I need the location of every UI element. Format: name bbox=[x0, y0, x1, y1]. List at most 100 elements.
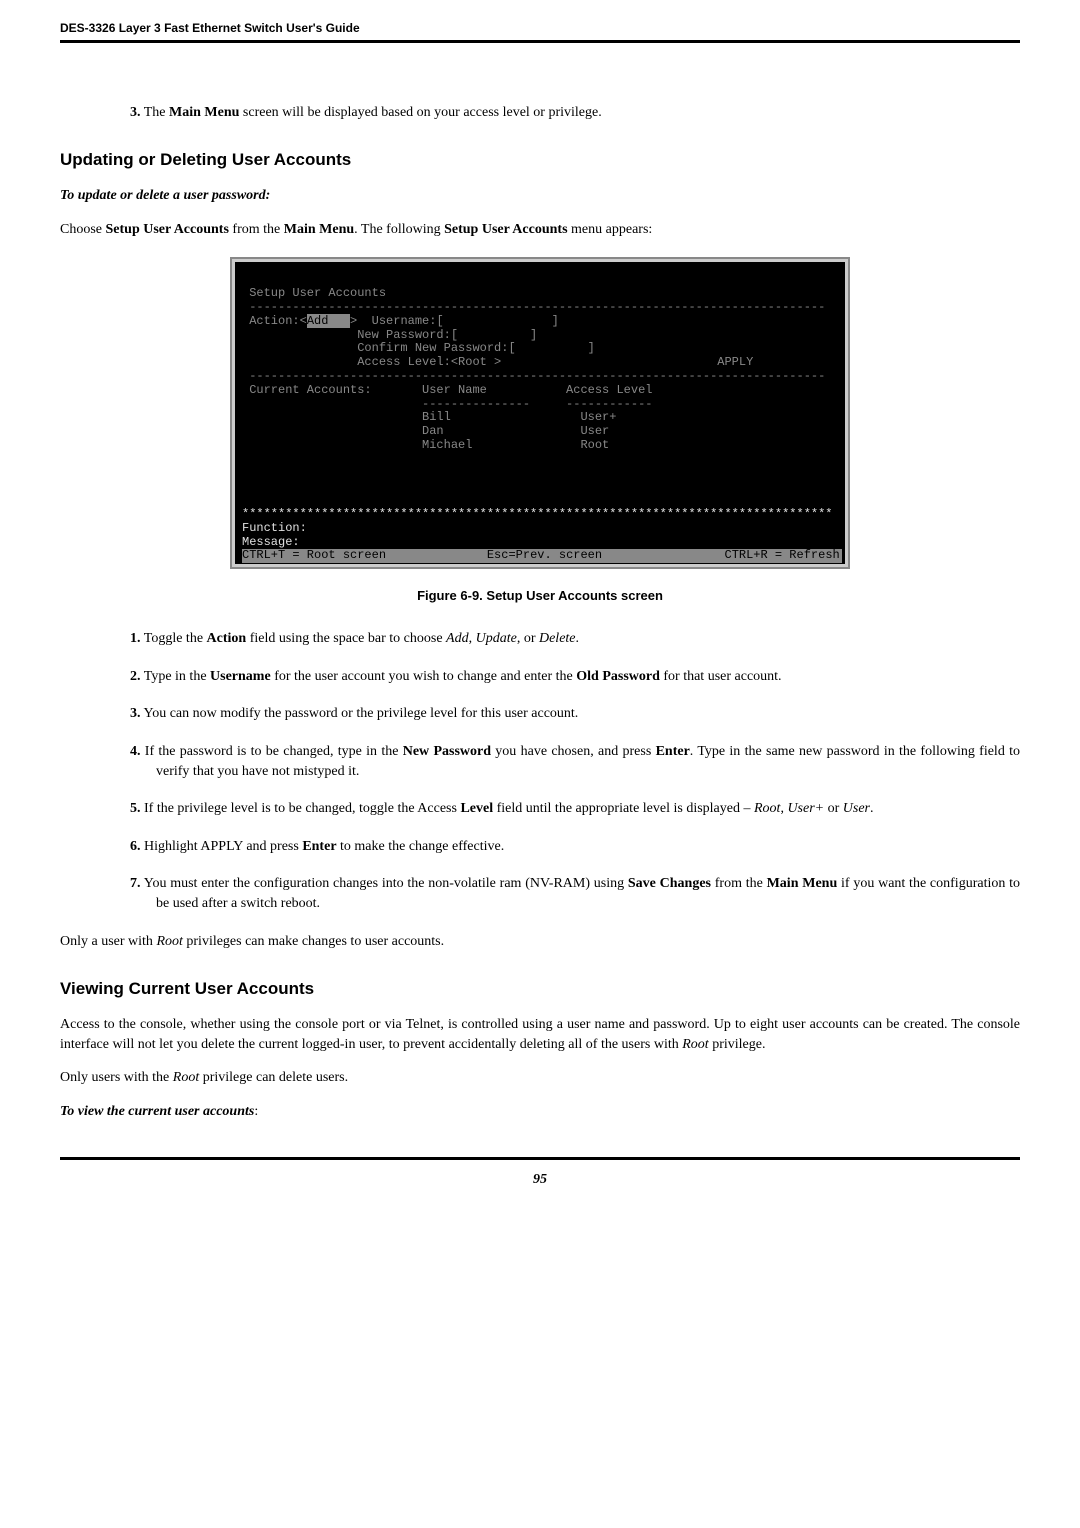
intro-d: . The following bbox=[354, 222, 444, 237]
vp2i: Root bbox=[173, 1070, 199, 1085]
step-3: 3. You can now modify the password or th… bbox=[130, 704, 1020, 724]
intro-a: Choose bbox=[60, 222, 106, 237]
vp1i: Root bbox=[682, 1037, 708, 1052]
subheading-update: To update or delete a user password: bbox=[60, 186, 1020, 206]
s1b: field using the space bar to choose bbox=[246, 631, 446, 646]
s5e: . bbox=[870, 801, 874, 816]
term-blank4 bbox=[242, 493, 249, 507]
s4b1: New Password bbox=[403, 744, 491, 759]
s3a: You can now modify the password or the p… bbox=[143, 706, 578, 721]
s1d: , or bbox=[517, 631, 539, 646]
term-row1: Bill User+ bbox=[242, 410, 616, 424]
intro-e: menu appears: bbox=[568, 222, 653, 237]
vp1a: Access to the console, whether using the… bbox=[60, 1017, 1020, 1052]
term-apply: APPLY bbox=[717, 355, 753, 369]
after-pre: Only a user with bbox=[60, 934, 156, 949]
s5i2: User+ bbox=[787, 801, 824, 816]
s7b1: Save Changes bbox=[628, 876, 711, 891]
step3-text-a: The bbox=[144, 105, 169, 120]
term-l3: Confirm New Password:[ ] bbox=[242, 341, 595, 355]
view-p1: Access to the console, whether using the… bbox=[60, 1015, 1020, 1054]
step-num: 6. bbox=[130, 839, 141, 854]
step-num: 2. bbox=[130, 669, 141, 684]
s2b1: Username bbox=[210, 669, 271, 684]
s1b1: Action bbox=[207, 631, 247, 646]
step-number: 3. bbox=[130, 105, 141, 120]
s6b1: Enter bbox=[302, 839, 336, 854]
header-title: DES-3326 Layer 3 Fast Ethernet Switch Us… bbox=[60, 20, 1020, 43]
step3-text-b: screen will be displayed based on your a… bbox=[239, 105, 601, 120]
step-num: 3. bbox=[130, 706, 141, 721]
vp2b: privilege can delete users. bbox=[199, 1070, 348, 1085]
view-sub-text: To view the current user accounts bbox=[60, 1104, 254, 1119]
term-dash1: ----------------------------------------… bbox=[242, 300, 825, 314]
s1c: , bbox=[469, 631, 476, 646]
section-heading-viewing: Viewing Current User Accounts bbox=[60, 977, 1020, 1001]
page-number: 95 bbox=[533, 1172, 547, 1187]
term-statusbar: CTRL+T = Root screen Esc=Prev. screen CT… bbox=[242, 549, 842, 563]
after-i: Root bbox=[156, 934, 182, 949]
term-dash2: ----------------------------------------… bbox=[242, 369, 825, 383]
term-row2: Dan User bbox=[242, 424, 609, 438]
step3-bold: Main Menu bbox=[169, 105, 239, 120]
intro-c: from the bbox=[229, 222, 284, 237]
figure-caption: Figure 6-9. Setup User Accounts screen bbox=[60, 587, 1020, 605]
term-l4a: Access Level:<Root > bbox=[242, 355, 717, 369]
s6b: to make the change effective. bbox=[337, 839, 505, 854]
s7a: You must enter the configuration changes… bbox=[144, 876, 628, 891]
vp2a: Only users with the bbox=[60, 1070, 173, 1085]
s7b: from the bbox=[711, 876, 767, 891]
s5b: field until the appropriate level is dis… bbox=[493, 801, 754, 816]
section-heading-updating: Updating or Deleting User Accounts bbox=[60, 148, 1020, 172]
s1i1: Add bbox=[446, 631, 469, 646]
step-5: 5. If the privilege level is to be chang… bbox=[130, 799, 1020, 819]
step-num: 1. bbox=[130, 631, 141, 646]
s5i3: User bbox=[843, 801, 870, 816]
s5i1: Root bbox=[754, 801, 780, 816]
term-row3: Michael Root bbox=[242, 438, 609, 452]
s5b1: Level bbox=[460, 801, 493, 816]
term-sep: ****************************************… bbox=[242, 507, 833, 521]
step-7: 7. You must enter the configuration chan… bbox=[130, 874, 1020, 913]
s1i3: Delete bbox=[539, 631, 576, 646]
term-blank2 bbox=[242, 466, 249, 480]
view-subheading: To view the current user accounts: bbox=[60, 1102, 1020, 1122]
intro-b3: Setup User Accounts bbox=[444, 222, 567, 237]
s4b: you have chosen, and press bbox=[491, 744, 656, 759]
term-col-header: Current Accounts: User Name Access Level bbox=[242, 383, 652, 397]
figure-wrap: Setup User Accounts --------------------… bbox=[60, 257, 1020, 605]
s1a: Toggle the bbox=[144, 631, 207, 646]
step-num: 4. bbox=[130, 744, 141, 759]
status-mid: Esc=Prev. screen bbox=[487, 548, 602, 562]
term-function: Function: bbox=[242, 521, 307, 535]
term-l1a: Action:< bbox=[242, 314, 307, 328]
term-blank3 bbox=[242, 479, 249, 493]
s5a: If the privilege level is to be changed,… bbox=[144, 801, 460, 816]
term-l2: New Password:[ ] bbox=[242, 328, 537, 342]
intro-b2: Main Menu bbox=[284, 222, 354, 237]
s2a: Type in the bbox=[144, 669, 210, 684]
intro-b1: Setup User Accounts bbox=[106, 222, 229, 237]
footer: 95 bbox=[60, 1157, 1020, 1190]
s2b2: Old Password bbox=[576, 669, 660, 684]
step-6: 6. Highlight APPLY and press Enter to ma… bbox=[130, 837, 1020, 857]
s6a: Highlight APPLY and press bbox=[144, 839, 302, 854]
top-step-3: 3. The Main Menu screen will be displaye… bbox=[130, 103, 1020, 123]
step-1: 1. Toggle the Action field using the spa… bbox=[130, 629, 1020, 649]
s4a: If the password is to be changed, type i… bbox=[145, 744, 403, 759]
step-4: 4. If the password is to be changed, typ… bbox=[130, 742, 1020, 781]
term-l1b: > Username:[ ] bbox=[350, 314, 559, 328]
s5d: or bbox=[824, 801, 843, 816]
term-action-selected: Add bbox=[307, 314, 350, 328]
s2c: for that user account. bbox=[660, 669, 782, 684]
status-right: CTRL+R = Refresh bbox=[725, 548, 840, 562]
step-num: 5. bbox=[130, 801, 141, 816]
s7b2: Main Menu bbox=[767, 876, 838, 891]
status-left: CTRL+T = Root screen bbox=[242, 548, 386, 562]
s2b: for the user account you wish to change … bbox=[271, 669, 577, 684]
term-title: Setup User Accounts bbox=[242, 286, 386, 300]
term-message: Message: bbox=[242, 535, 300, 549]
after-steps-para: Only a user with Root privileges can mak… bbox=[60, 932, 1020, 952]
terminal-screenshot: Setup User Accounts --------------------… bbox=[230, 257, 850, 569]
term-col-header2: --------------- ------------ bbox=[242, 397, 652, 411]
